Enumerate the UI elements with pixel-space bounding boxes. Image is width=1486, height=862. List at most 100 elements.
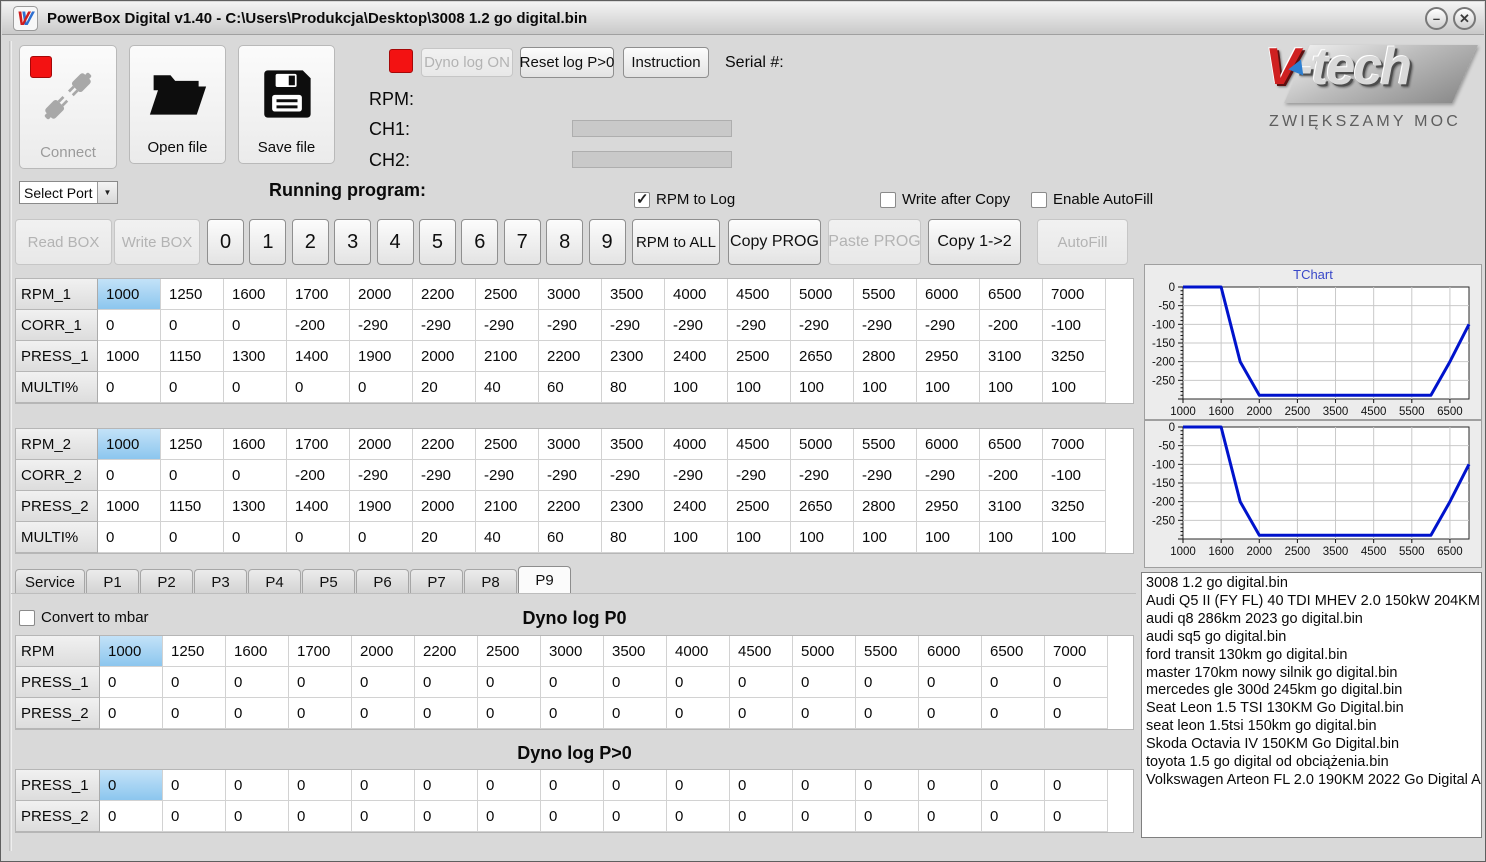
table-cell[interactable]: 100 xyxy=(917,372,980,403)
table-cell[interactable]: 0 xyxy=(352,801,415,832)
write-after-copy-checkbox[interactable] xyxy=(880,191,896,208)
table-cell[interactable]: 0 xyxy=(730,801,793,832)
table-cell[interactable]: 0 xyxy=(919,770,982,801)
table-cell[interactable]: -290 xyxy=(728,460,791,491)
table-cell[interactable]: 0 xyxy=(919,801,982,832)
tab-p2[interactable]: P2 xyxy=(140,569,194,594)
table-cell[interactable]: 0 xyxy=(352,667,415,698)
table-cell[interactable]: 0 xyxy=(604,667,667,698)
table-cell[interactable]: 2500 xyxy=(476,429,539,460)
table-cell[interactable]: 4500 xyxy=(730,636,793,667)
table-cell[interactable]: 0 xyxy=(982,667,1045,698)
table-cell[interactable]: 5000 xyxy=(791,279,854,310)
table-cell[interactable]: 0 xyxy=(415,770,478,801)
table-cell[interactable]: 0 xyxy=(730,698,793,729)
table-cell[interactable]: 20 xyxy=(413,522,476,553)
table-cell[interactable]: -290 xyxy=(350,310,413,341)
save-file-button[interactable]: Save file xyxy=(238,45,335,164)
tab-p3[interactable]: P3 xyxy=(194,569,248,594)
table-cell[interactable]: 0 xyxy=(350,522,413,553)
table-cell[interactable]: 100 xyxy=(791,522,854,553)
table-cell[interactable]: 4000 xyxy=(667,636,730,667)
file-list-item[interactable]: toyota 1.5 go digital od obciążenia.bin xyxy=(1146,754,1481,772)
table-cell[interactable]: 2500 xyxy=(728,341,791,372)
tab-p5[interactable]: P5 xyxy=(302,569,356,594)
table-cell[interactable]: 1000 xyxy=(100,636,163,667)
table-cell[interactable]: 0 xyxy=(541,667,604,698)
table-cell[interactable]: 100 xyxy=(665,372,728,403)
digit-button-6[interactable]: 6 xyxy=(461,219,499,265)
table-cell[interactable]: 0 xyxy=(287,522,350,553)
digit-button-3[interactable]: 3 xyxy=(334,219,372,265)
table-cell[interactable]: 0 xyxy=(541,698,604,729)
table-cell[interactable]: 100 xyxy=(728,372,791,403)
table-cell[interactable]: 2950 xyxy=(917,341,980,372)
table-cell[interactable]: 0 xyxy=(856,770,919,801)
table-cell[interactable]: 100 xyxy=(1043,372,1106,403)
digit-button-9[interactable]: 9 xyxy=(588,219,626,265)
table-cell[interactable]: 0 xyxy=(226,667,289,698)
table-cell[interactable]: 2400 xyxy=(665,341,728,372)
digit-button-4[interactable]: 4 xyxy=(376,219,414,265)
close-button[interactable]: ✕ xyxy=(1453,7,1476,30)
table-cell[interactable]: 0 xyxy=(604,801,667,832)
table-cell[interactable]: 0 xyxy=(1045,801,1108,832)
table-cell[interactable]: 2200 xyxy=(413,429,476,460)
table-cell[interactable]: 1150 xyxy=(161,491,224,522)
table-cell[interactable]: 4000 xyxy=(665,429,728,460)
table-cell[interactable]: -290 xyxy=(602,460,665,491)
file-list-item[interactable]: Skoda Octavia IV 150KM Go Digital.bin xyxy=(1146,736,1481,754)
table-cell[interactable]: 6500 xyxy=(980,429,1043,460)
table-cell[interactable]: 0 xyxy=(856,801,919,832)
table-cell[interactable]: 0 xyxy=(478,698,541,729)
table-cell[interactable]: 0 xyxy=(226,698,289,729)
table-cell[interactable]: 0 xyxy=(224,460,287,491)
table-cell[interactable]: 0 xyxy=(98,372,161,403)
table-cell[interactable]: -290 xyxy=(791,310,854,341)
table-cell[interactable]: 0 xyxy=(163,698,226,729)
table-cell[interactable]: 0 xyxy=(730,770,793,801)
tab-p9[interactable]: P9 xyxy=(518,566,572,594)
table-cell[interactable]: -200 xyxy=(287,460,350,491)
table-cell[interactable]: 0 xyxy=(478,667,541,698)
table-cell[interactable]: 4500 xyxy=(728,279,791,310)
file-list[interactable]: 3008 1.2 go digital.bin Audi Q5 II (FY FL… xyxy=(1141,572,1482,838)
digit-button-0[interactable]: 0 xyxy=(207,219,244,265)
table-cell[interactable]: 100 xyxy=(665,522,728,553)
table-cell[interactable]: 2650 xyxy=(791,341,854,372)
table-cell[interactable]: 0 xyxy=(161,522,224,553)
table-cell[interactable]: 1000 xyxy=(98,491,161,522)
table-cell[interactable]: 0 xyxy=(919,698,982,729)
table-cell[interactable]: 0 xyxy=(161,372,224,403)
reset-log-button[interactable]: Reset log P>0 xyxy=(520,47,614,78)
table-cell[interactable]: 0 xyxy=(100,801,163,832)
select-port-combobox[interactable]: Select Port ▼ xyxy=(19,181,118,204)
table-cell[interactable]: 0 xyxy=(1045,667,1108,698)
table-cell[interactable]: -200 xyxy=(980,310,1043,341)
table-cell[interactable]: 7000 xyxy=(1043,429,1106,460)
table-cell[interactable]: 0 xyxy=(226,801,289,832)
table-cell[interactable]: 2200 xyxy=(413,279,476,310)
table-cell[interactable]: 0 xyxy=(415,698,478,729)
table-cell[interactable]: 1600 xyxy=(224,429,287,460)
table-cell[interactable]: 0 xyxy=(478,801,541,832)
file-list-item[interactable]: audi sq5 go digital.bin xyxy=(1146,629,1481,647)
table-cell[interactable]: 100 xyxy=(854,522,917,553)
table-cell[interactable]: 2800 xyxy=(854,341,917,372)
table-cell[interactable]: 0 xyxy=(352,698,415,729)
table-cell[interactable]: 0 xyxy=(100,667,163,698)
table-cell[interactable]: 0 xyxy=(350,372,413,403)
table-cell[interactable]: 2200 xyxy=(539,491,602,522)
table-cell[interactable]: -290 xyxy=(665,310,728,341)
table-cell[interactable]: 1300 xyxy=(224,341,287,372)
table-cell[interactable]: 0 xyxy=(98,460,161,491)
table-cell[interactable]: 3500 xyxy=(602,429,665,460)
table-cell[interactable]: 0 xyxy=(163,770,226,801)
table-cell[interactable]: 0 xyxy=(541,801,604,832)
table-cell[interactable]: 0 xyxy=(163,667,226,698)
file-list-item[interactable]: Audi Q5 II (FY FL) 40 TDI MHEV 2.0 150kW… xyxy=(1146,593,1481,611)
table-cell[interactable]: 3100 xyxy=(980,491,1043,522)
table-cell[interactable]: 0 xyxy=(289,801,352,832)
table-cell[interactable]: 0 xyxy=(415,667,478,698)
table-cell[interactable]: 1700 xyxy=(287,429,350,460)
